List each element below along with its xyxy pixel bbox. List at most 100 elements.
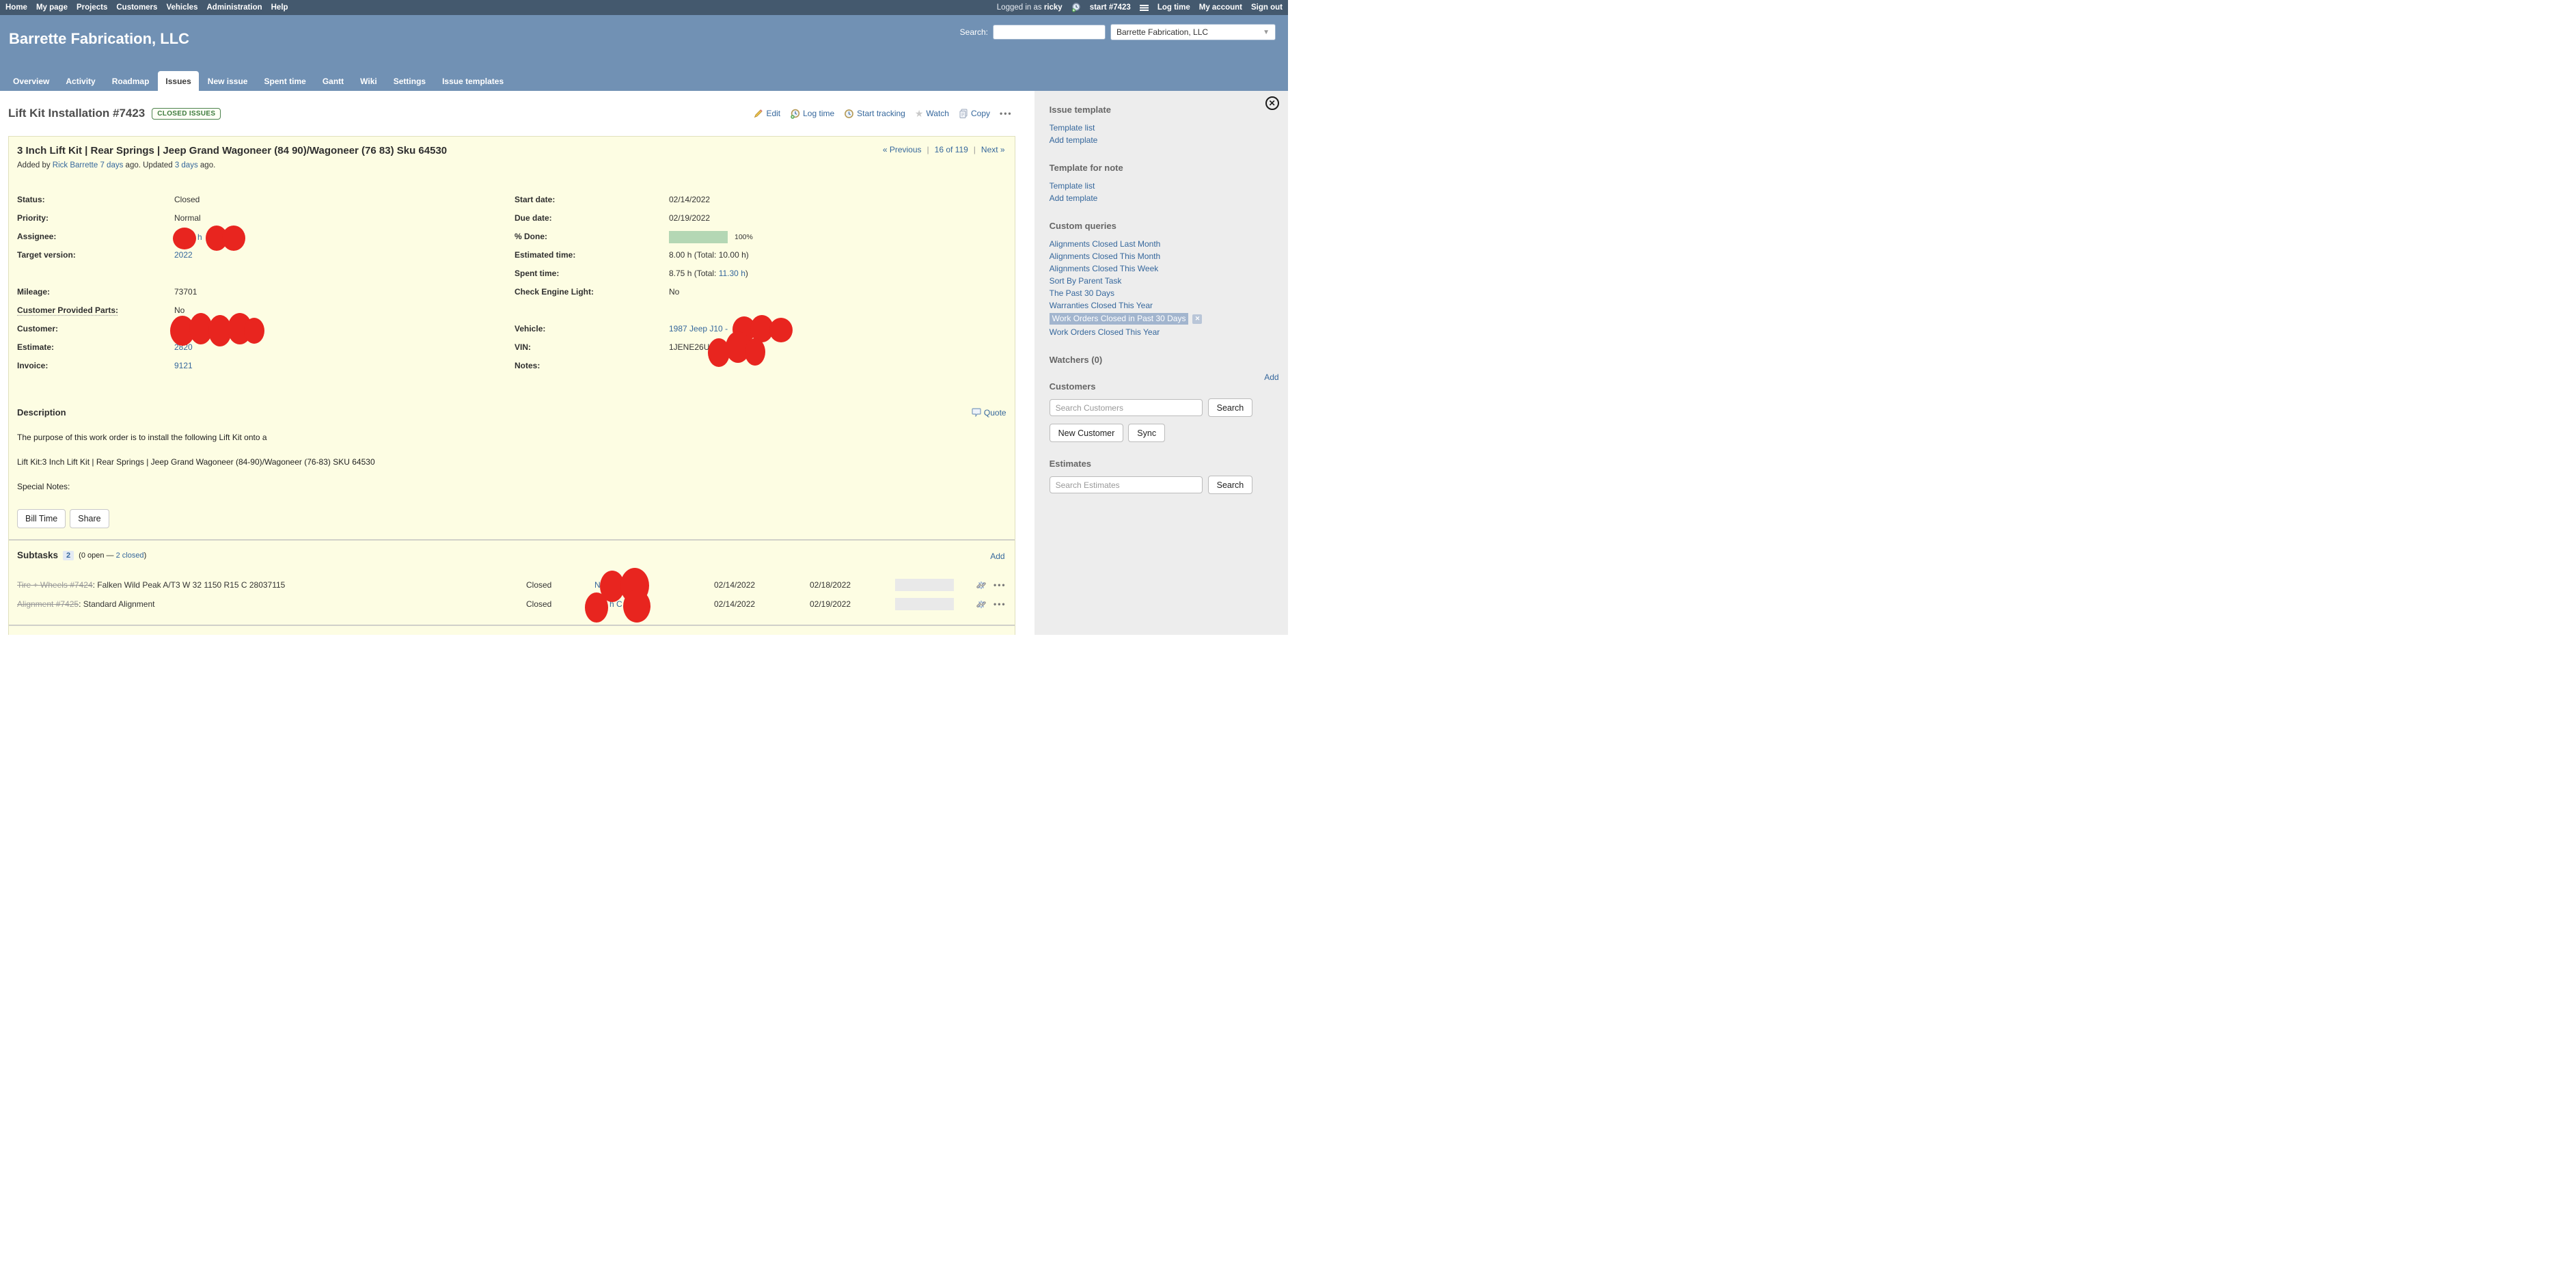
search-estimates-input[interactable] — [1050, 476, 1203, 493]
menu-help[interactable]: Help — [271, 3, 288, 12]
tab-roadmap[interactable]: Roadmap — [105, 72, 157, 91]
sign-out-link[interactable]: Sign out — [1251, 3, 1283, 12]
custom-query-link[interactable]: The Past 30 Days — [1050, 287, 1278, 299]
issue-details-panel: « Previous | 16 of 119 | Next » 3 Inch L… — [8, 136, 1015, 635]
my-account-link[interactable]: My account — [1199, 3, 1242, 12]
pencil-icon — [754, 109, 763, 118]
custom-query-link[interactable]: Sort By Parent Task — [1050, 275, 1278, 287]
start-tracking-button[interactable]: Start tracking — [844, 109, 905, 119]
menu-projects[interactable]: Projects — [77, 3, 107, 12]
quote-button[interactable]: Quote — [972, 407, 1006, 418]
vin-value: 1JENE26UE — [669, 340, 1006, 359]
custom-query-link[interactable]: Alignments Closed Last Month — [1050, 238, 1278, 250]
add-watcher-button[interactable]: Add — [1264, 372, 1278, 382]
done-label: % Done: — [515, 230, 669, 248]
timer-menu-list-icon[interactable] — [1140, 5, 1149, 11]
subtask-more-icon[interactable]: ••• — [994, 580, 1006, 590]
tab-gantt[interactable]: Gantt — [315, 72, 351, 91]
add-template-link[interactable]: Add template — [1050, 134, 1278, 146]
search-area: Search: Barrette Fabrication, LLC ▼ — [960, 24, 1276, 40]
log-time-button[interactable]: Log time — [790, 109, 834, 119]
created-ago-link[interactable]: 7 days — [100, 161, 123, 169]
custom-query-link-selected[interactable]: Work Orders Closed in Past 30 Days — [1050, 313, 1189, 325]
custom-queries-heading: Custom queries — [1050, 221, 1278, 231]
tab-new-issue[interactable]: New issue — [200, 72, 256, 91]
subtasks-summary: (0 open — 2 closed) — [79, 551, 146, 560]
description-section: Description Quote The purpose of this wo… — [17, 407, 1006, 528]
next-issue-link[interactable]: Next » — [981, 145, 1005, 154]
vehicle-label: Vehicle: — [515, 322, 669, 340]
bill-time-button[interactable]: Bill Time — [17, 509, 66, 528]
subtask-link[interactable]: Tire + Wheels #7424 — [17, 580, 93, 590]
tab-spent-time[interactable]: Spent time — [256, 72, 313, 91]
page: Home My page Projects Customers Vehicles… — [0, 0, 1288, 635]
unlink-icon[interactable] — [976, 599, 987, 610]
subtask-more-icon[interactable]: ••• — [994, 599, 1006, 609]
custom-query-link[interactable]: Alignments Closed This Month — [1050, 250, 1278, 262]
tab-wiki[interactable]: Wiki — [353, 72, 385, 91]
log-time-link[interactable]: Log time — [1157, 3, 1190, 12]
priority-value: Normal — [174, 211, 515, 230]
watchers-heading: Watchers (0) — [1050, 355, 1278, 365]
new-customer-button[interactable]: New Customer — [1050, 424, 1124, 442]
watch-button[interactable]: ★ Watch — [915, 108, 949, 120]
vin-label: VIN: — [515, 340, 669, 359]
timer-clock-plus-icon[interactable] — [1071, 3, 1081, 12]
copy-button[interactable]: Copy — [959, 109, 990, 118]
tab-activity[interactable]: Activity — [58, 72, 102, 91]
menu-vehicles[interactable]: Vehicles — [166, 3, 197, 12]
more-actions-button[interactable]: ••• — [1000, 109, 1013, 118]
tab-issues[interactable]: Issues — [158, 71, 198, 91]
issue-position[interactable]: 16 of 119 — [935, 145, 968, 154]
estimates-search-button[interactable]: Search — [1208, 476, 1253, 494]
customer-redaction — [174, 324, 263, 334]
issue-subject: 3 Inch Lift Kit | Rear Springs | Jeep Gr… — [17, 145, 1006, 156]
customer-label: Customer: — [17, 322, 174, 340]
tab-settings[interactable]: Settings — [386, 72, 433, 91]
add-subtask-button[interactable]: Add — [990, 551, 1004, 561]
spent-time-total-link[interactable]: 11.30 h — [719, 269, 745, 278]
menu-home[interactable]: Home — [5, 3, 27, 12]
edit-button[interactable]: Edit — [754, 109, 780, 118]
customers-search-button[interactable]: Search — [1208, 398, 1253, 417]
project-selector[interactable]: Barrette Fabrication, LLC ▼ — [1110, 24, 1276, 40]
template-list-link[interactable]: Template list — [1050, 122, 1278, 134]
closed-subtasks-link[interactable]: 2 closed — [116, 551, 144, 560]
menu-customers[interactable]: Customers — [116, 3, 157, 12]
subtask-assignee-redaction: h C — [594, 599, 656, 610]
customers-heading: Customers — [1050, 381, 1278, 392]
updated-ago-link[interactable]: 3 days — [175, 161, 198, 169]
note-template-list-link[interactable]: Template list — [1050, 180, 1278, 192]
search-customers-input[interactable] — [1050, 399, 1203, 416]
customer-provided-parts-label: Customer Provided Parts: — [17, 305, 118, 315]
description-paragraph: Lift Kit:3 Inch Lift Kit | Rear Springs … — [17, 457, 1006, 467]
tab-overview[interactable]: Overview — [5, 72, 57, 91]
spent-time-value: 8.75 h (Total: 11.30 h) — [669, 267, 1006, 285]
unlink-icon[interactable] — [976, 580, 987, 590]
vehicle-link[interactable]: 1987 Jeep J10 - — [669, 324, 728, 333]
tab-issue-templates[interactable]: Issue templates — [435, 72, 511, 91]
subtasks-count-badge: 2 — [63, 551, 74, 560]
previous-issue-link[interactable]: « Previous — [883, 145, 922, 154]
custom-query-link[interactable]: Alignments Closed This Week — [1050, 262, 1278, 275]
search-input[interactable] — [993, 25, 1106, 40]
clear-query-x-icon[interactable]: ✕ — [1192, 314, 1202, 324]
sync-button[interactable]: Sync — [1128, 424, 1165, 442]
redaction-blob — [222, 226, 245, 251]
invoice-value[interactable]: 9121 — [174, 361, 193, 370]
menu-administration[interactable]: Administration — [206, 3, 262, 12]
custom-query-link[interactable]: Work Orders Closed This Year — [1050, 326, 1278, 338]
note-add-template-link[interactable]: Add template — [1050, 192, 1278, 204]
vehicle-value: 1987 Jeep J10 - — [669, 322, 1006, 340]
close-icon[interactable]: ✕ — [1265, 96, 1279, 110]
share-button[interactable]: Share — [70, 509, 109, 528]
issue-toolbar: Edit Log time Start tracking ★ Watch Cop… — [754, 108, 1015, 120]
target-version-value[interactable]: 2022 — [174, 250, 193, 260]
menu-my-page[interactable]: My page — [36, 3, 68, 12]
subtask-link[interactable]: Alignment #7425 — [17, 599, 79, 609]
copy-icon — [959, 109, 968, 118]
custom-query-link[interactable]: Warranties Closed This Year — [1050, 299, 1278, 312]
subtask-subject: Standard Alignment — [83, 599, 155, 609]
start-timer-link[interactable]: start #7423 — [1090, 3, 1131, 12]
author-link[interactable]: Rick Barrette — [53, 161, 98, 169]
